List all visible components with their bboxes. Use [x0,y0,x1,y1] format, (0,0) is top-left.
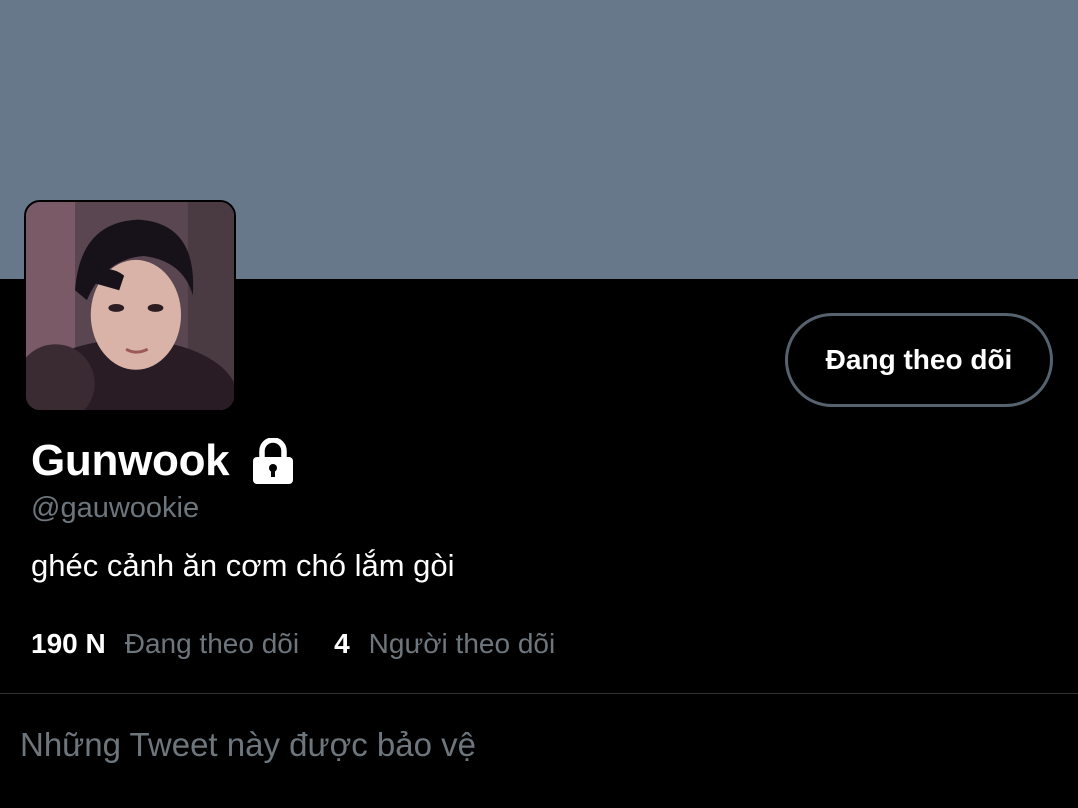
profile-avatar[interactable] [24,200,236,412]
followers-count[interactable]: 4 [334,628,350,660]
lock-icon [253,438,294,484]
profile-handle: @gauwookie [31,492,200,524]
display-name: Gunwook [31,436,230,485]
following-count[interactable]: 190 N [31,628,106,660]
followers-label[interactable]: Người theo dõi [369,628,556,660]
avatar-photo [26,202,234,410]
profile-bio: ghéc cảnh ăn cơm chó lắm gòi [31,548,455,583]
following-button[interactable]: Đang theo dõi [785,313,1053,407]
protected-tweets-message: Những Tweet này được bảo vệ [20,726,476,763]
profile-name-row: Gunwook [31,436,295,486]
divider [0,693,1078,694]
profile-stats: 190 N Đang theo dõi 4 Người theo dõi [31,628,555,660]
following-label[interactable]: Đang theo dõi [125,628,299,660]
